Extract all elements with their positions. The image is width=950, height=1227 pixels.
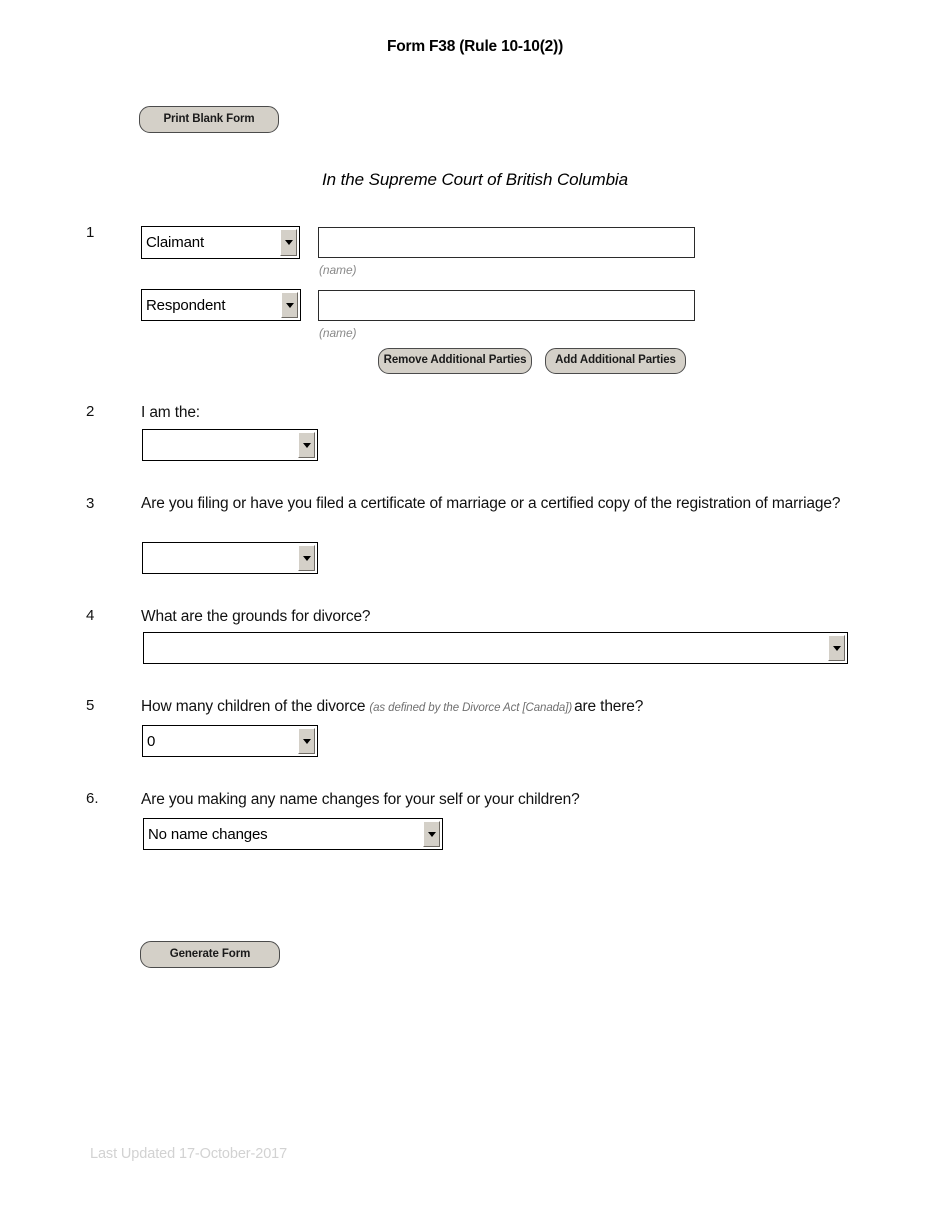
number-of-children-select[interactable]: 0: [142, 725, 318, 757]
chevron-down-icon[interactable]: [280, 229, 297, 256]
court-heading: In the Supreme Court of British Columbia: [322, 170, 628, 189]
chevron-down-icon[interactable]: [828, 635, 845, 661]
question-text-2: I am the:: [141, 404, 200, 421]
name-changes-value: No name changes: [148, 825, 268, 843]
generate-form-button[interactable]: Generate Form: [140, 941, 280, 968]
chevron-down-icon[interactable]: [423, 821, 440, 847]
question-number-1: 1: [86, 224, 95, 241]
page-title: Form F38 (Rule 10-10(2)): [386, 38, 564, 55]
question-number-2: 2: [86, 403, 95, 420]
question-number-6: 6.: [86, 790, 99, 807]
print-blank-form-button[interactable]: Print Blank Form: [139, 106, 279, 133]
party-name-caption-2: (name): [319, 326, 357, 340]
question-text-3: Are you filing or have you filed a certi…: [141, 495, 841, 512]
chevron-down-icon[interactable]: [298, 728, 315, 754]
question-note-5: (as defined by the Divorce Act [Canada]): [369, 702, 573, 714]
party-name-input-1[interactable]: [318, 227, 695, 258]
chevron-down-icon[interactable]: [298, 432, 315, 458]
question-number-3: 3: [86, 495, 95, 512]
party-role-value-2: Respondent: [146, 296, 226, 314]
question-text-6: Are you making any name changes for your…: [141, 791, 580, 808]
party-role-select-2[interactable]: Respondent: [141, 289, 301, 321]
i-am-the-select[interactable]: [142, 429, 318, 461]
question-number-5: 5: [86, 697, 95, 714]
party-name-caption-1: (name): [319, 263, 357, 277]
chevron-down-icon[interactable]: [281, 292, 298, 318]
party-role-select-1[interactable]: Claimant: [141, 226, 300, 259]
add-additional-parties-button[interactable]: Add Additional Parties: [545, 348, 686, 374]
i-am-the-value: [143, 430, 298, 460]
question-text-5-after: are there?: [574, 698, 644, 715]
chevron-down-icon[interactable]: [298, 545, 315, 571]
last-updated-label: Last Updated 17-October-2017: [90, 1146, 288, 1162]
question-text-5: How many children of the divorce (as defi…: [141, 696, 861, 717]
question-number-4: 4: [86, 607, 95, 624]
number-of-children-value: 0: [147, 732, 156, 750]
question-text-5-before: How many children of the divorce: [141, 698, 366, 715]
name-changes-select[interactable]: No name changes: [143, 818, 443, 850]
party-role-value-1: Claimant: [146, 234, 204, 251]
grounds-for-divorce-select[interactable]: [143, 632, 848, 664]
party-name-input-2[interactable]: [318, 290, 695, 321]
grounds-for-divorce-value: [144, 633, 828, 663]
question-text-4: What are the grounds for divorce?: [141, 608, 371, 625]
form-page: Form F38 (Rule 10-10(2)) Print Blank For…: [0, 0, 950, 1227]
remove-additional-parties-button[interactable]: Remove Additional Parties: [378, 348, 532, 374]
marriage-certificate-select[interactable]: [142, 542, 318, 574]
marriage-certificate-value: [143, 543, 298, 573]
